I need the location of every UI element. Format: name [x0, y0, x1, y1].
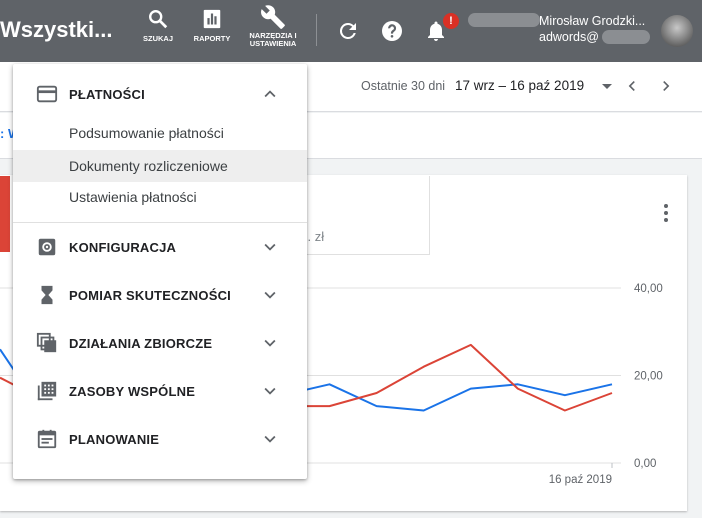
account-email-redacted: [602, 30, 650, 44]
chevron-down-icon: [264, 435, 276, 443]
x-tick-label: 16 paź 2019: [549, 474, 612, 486]
page-title: Wszystki...: [0, 17, 113, 42]
reports-label: RAPORTY: [193, 34, 231, 43]
section-bulk-actions[interactable]: DZIAŁANIA ZBIORCZE: [13, 319, 307, 367]
header-divider: [316, 14, 317, 46]
account-name-redacted: [468, 13, 540, 27]
y-tick-label: 40,00: [634, 283, 663, 295]
avatar[interactable]: [661, 15, 693, 47]
date-dropdown-arrow-icon[interactable]: [602, 84, 612, 89]
more-options-icon[interactable]: [661, 203, 671, 223]
search-icon: [149, 10, 168, 29]
hourglass-icon: [41, 285, 53, 305]
notification-badge: !: [443, 13, 459, 29]
section-bulk-actions-label: DZIAŁANIA ZBIORCZE: [69, 336, 213, 351]
menu-item-label: Podsumowanie płatności: [69, 125, 224, 141]
menu-item-label: Ustawienia płatności: [69, 189, 197, 205]
gear-icon: [38, 238, 56, 256]
refresh-icon[interactable]: [336, 19, 360, 43]
y-tick-label: 20,00: [634, 371, 663, 383]
account-name[interactable]: Mirosław Grodzki...: [539, 14, 645, 28]
chevron-up-icon: [264, 90, 276, 98]
help-icon[interactable]: [380, 19, 404, 43]
chevron-down-icon: [264, 291, 276, 299]
section-setup-label: KONFIGURACJA: [69, 240, 177, 255]
account-email[interactable]: adwords@: [539, 30, 599, 44]
copy-stack-icon: [36, 332, 57, 353]
reports-button[interactable]: RAPORTY: [187, 8, 237, 43]
metric-color-bar: [0, 176, 10, 252]
calendar-list-icon: [37, 429, 57, 449]
search-label: SZUKAJ: [142, 34, 173, 43]
section-planning-label: PLANOWANIE: [69, 432, 160, 447]
wrench-icon: [261, 5, 285, 29]
section-payments[interactable]: PŁATNOŚCI: [13, 70, 307, 118]
y-tick-label: 0,00: [634, 458, 656, 470]
menu-item-billing-documents[interactable]: Dokumenty rozliczeniowe: [13, 150, 307, 182]
credit-card-icon: [36, 85, 58, 103]
chevron-down-icon: [264, 339, 276, 347]
section-shared-library[interactable]: ZASOBY WSPÓLNE: [13, 367, 307, 415]
tools-settings-label: NARZĘDZIA I USTAWIENIA: [249, 31, 297, 48]
section-measurement[interactable]: POMIAR SKUTECZNOŚCI: [13, 271, 307, 319]
tools-settings-button[interactable]: NARZĘDZIA I USTAWIENIA: [248, 4, 298, 48]
previous-period-icon[interactable]: [622, 76, 642, 96]
date-period-label: Ostatnie 30 dni: [361, 79, 446, 93]
section-planning[interactable]: PLANOWANIE: [13, 415, 307, 463]
chevron-down-icon: [264, 243, 276, 251]
chevron-down-icon: [264, 387, 276, 395]
section-setup[interactable]: KONFIGURACJA: [13, 223, 307, 271]
section-measurement-label: POMIAR SKUTECZNOŚCI: [69, 288, 231, 303]
date-range-selector[interactable]: 17 wrz – 16 paź 2019: [455, 78, 584, 93]
next-period-icon[interactable]: [656, 76, 676, 96]
reports-icon: [203, 9, 221, 29]
menu-item-payment-summary[interactable]: Podsumowanie płatności: [13, 117, 307, 149]
menu-item-payment-settings[interactable]: Ustawienia płatności: [13, 181, 307, 213]
tools-dropdown-menu: PŁATNOŚCI Podsumowanie płatności Dokumen…: [13, 64, 307, 479]
menu-item-label: Dokumenty rozliczeniowe: [69, 158, 228, 174]
section-payments-label: PŁATNOŚCI: [69, 87, 145, 102]
section-shared-library-label: ZASOBY WSPÓLNE: [69, 384, 196, 399]
search-button[interactable]: SZUKAJ: [133, 8, 183, 43]
library-icon: [37, 381, 57, 401]
